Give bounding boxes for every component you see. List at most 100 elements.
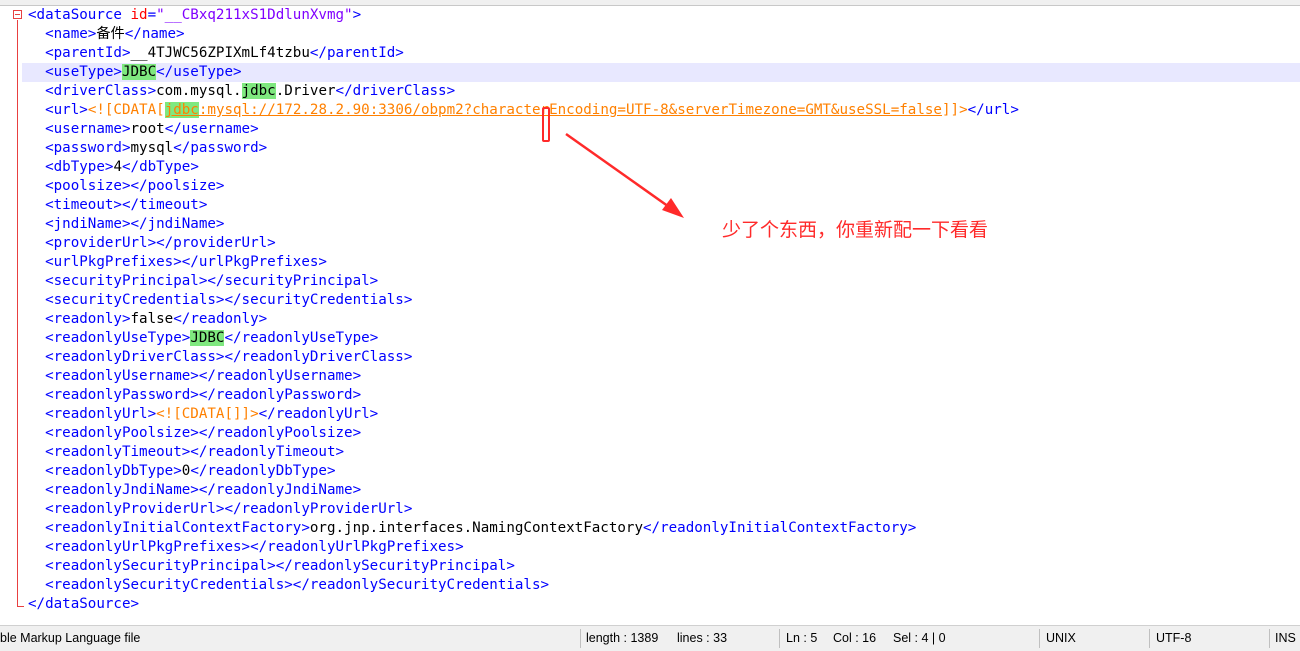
code-token: root (130, 121, 165, 137)
code-token: <readonlyUseType> (45, 330, 191, 346)
code-token: :mysql://172.28.2.90:3306/obpm2?characte… (198, 102, 942, 118)
code-token: "__CBxq211xS1DdlunXvmg" (156, 7, 353, 23)
code-token: <url> (45, 102, 88, 118)
code-line[interactable]: <password>mysql</password> (28, 139, 1300, 158)
code-token: JDBC (121, 64, 157, 80)
code-token: org.jnp.interfaces.NamingContextFactory (309, 520, 644, 536)
code-line[interactable]: <parentId>__4TJWC56ZPIXmLf4tzbu</parentI… (28, 44, 1300, 63)
code-token: <parentId> (45, 45, 131, 61)
eol-format[interactable]: UNIX (1046, 626, 1076, 651)
code-line[interactable]: <username>root</username> (28, 120, 1300, 139)
code-token: <securityCredentials></securityCredentia… (45, 292, 413, 308)
code-token: 4 (113, 159, 122, 175)
code-line[interactable]: <readonlyDriverClass></readonlyDriverCla… (28, 348, 1300, 367)
annotation-text: 少了个东西，你重新配一下看看 (722, 219, 989, 241)
file-type-label: ble Markup Language file (0, 631, 141, 645)
code-line[interactable]: <readonlyPoolsize></readonlyPoolsize> (28, 424, 1300, 443)
code-line[interactable]: <securityCredentials></securityCredentia… (28, 291, 1300, 310)
code-editor[interactable]: <dataSource id="__CBxq211xS1DdlunXvmg"> … (0, 6, 1300, 624)
code-token: </parentId> (309, 45, 404, 61)
code-line[interactable]: <name>备件</name> (28, 25, 1300, 44)
code-token: <readonlyUrl> (45, 406, 157, 422)
code-token: <readonlyInitialContextFactory> (45, 520, 310, 536)
code-token: </useType> (156, 64, 242, 80)
status-divider (1269, 629, 1270, 648)
code-line[interactable]: <readonlyUrlPkgPrefixes></readonlyUrlPkg… (28, 538, 1300, 557)
code-token: <securityPrincipal></securityPrincipal> (45, 273, 379, 289)
code-token: <driverClass> (45, 83, 157, 99)
code-line[interactable]: <readonlySecurityPrincipal></readonlySec… (28, 557, 1300, 576)
code-line[interactable]: <readonlySecurityCredentials></readonlyS… (28, 576, 1300, 595)
code-line[interactable]: <readonlyDbType>0</readonlyDbType> (28, 462, 1300, 481)
code-token: <poolsize></poolsize> (45, 178, 225, 194)
code-line[interactable]: <readonlyProviderUrl></readonlyProviderU… (28, 500, 1300, 519)
insert-mode[interactable]: INS (1275, 626, 1296, 651)
code-line[interactable]: <readonly>false</readonly> (28, 310, 1300, 329)
code-line[interactable]: <readonlyTimeout></readonlyTimeout> (28, 443, 1300, 462)
code-token: <timeout></timeout> (45, 197, 208, 213)
code-line[interactable]: <dataSource id="__CBxq211xS1DdlunXvmg"> (28, 6, 1300, 25)
code-token: <![CDATA[ (87, 102, 165, 118)
current-code-line[interactable]: <useType>JDBC</useType> (22, 63, 1300, 82)
code-token: </name> (124, 26, 185, 42)
code-line[interactable]: <readonlyUsername></readonlyUsername> (28, 367, 1300, 386)
encoding-format[interactable]: UTF-8 (1156, 626, 1191, 651)
fold-collapse-icon[interactable] (13, 10, 22, 19)
code-token: <readonlyDbType> (45, 463, 182, 479)
code-line[interactable]: <readonlyInitialContextFactory>org.jnp.i… (28, 519, 1300, 538)
code-line[interactable]: <readonlyUrl><![CDATA[]]></readonlyUrl> (28, 405, 1300, 424)
lines-readout: lines : 33 (677, 631, 728, 645)
code-token: <readonlyTimeout></readonlyTimeout> (45, 444, 345, 460)
status-divider (1039, 629, 1040, 648)
column-readout: Col : 16 (833, 631, 877, 645)
code-token: </readonlyInitialContextFactory> (643, 520, 917, 536)
code-line[interactable]: <urlPkgPrefixes></urlPkgPrefixes> (28, 253, 1300, 272)
code-token: </url> (967, 102, 1019, 118)
code-line[interactable]: <timeout></timeout> (28, 196, 1300, 215)
code-line[interactable]: <readonlyJndiName></readonlyJndiName> (28, 481, 1300, 500)
code-line[interactable]: <dbType>4</dbType> (28, 158, 1300, 177)
code-line[interactable]: <url><![CDATA[jdbc:mysql://172.28.2.90:3… (28, 101, 1300, 120)
code-token: </readonlyDbType> (190, 463, 336, 479)
code-lines[interactable]: <dataSource id="__CBxq211xS1DdlunXvmg"> … (22, 6, 1300, 614)
code-token: </username> (164, 121, 259, 137)
code-token: = (147, 7, 157, 23)
code-line[interactable]: <securityPrincipal></securityPrincipal> (28, 272, 1300, 291)
code-token: <readonlyProviderUrl></readonlyProviderU… (45, 501, 413, 517)
code-token: false (130, 311, 174, 327)
code-token: <readonly> (45, 311, 131, 327)
code-token: <readonlyPoolsize></readonlyPoolsize> (45, 425, 362, 441)
code-token: <![CDATA[]]> (156, 406, 259, 422)
code-token: <readonlyUrlPkgPrefixes></readonlyUrlPkg… (45, 539, 464, 555)
code-line[interactable]: <readonlyUseType>JDBC</readonlyUseType> (28, 329, 1300, 348)
code-token: ]]> (941, 102, 968, 118)
code-token: </readonly> (173, 311, 268, 327)
code-line[interactable]: <providerUrl></providerUrl> (28, 234, 1300, 253)
code-token: </dataSource> (28, 596, 140, 612)
code-line[interactable]: <driverClass>com.mysql.jdbc.Driver</driv… (28, 82, 1300, 101)
line-number-readout: Ln : 5 (786, 631, 818, 645)
code-line[interactable]: <jndiName></jndiName> (28, 215, 1300, 234)
code-token: <jndiName></jndiName> (45, 216, 225, 232)
code-token: </readonlyUseType> (224, 330, 379, 346)
code-line[interactable]: <readonlyPassword></readonlyPassword> (28, 386, 1300, 405)
selection-readout: Sel : 4 | 0 (893, 631, 946, 645)
code-line[interactable]: <poolsize></poolsize> (28, 177, 1300, 196)
code-line[interactable]: </dataSource> (28, 595, 1300, 614)
